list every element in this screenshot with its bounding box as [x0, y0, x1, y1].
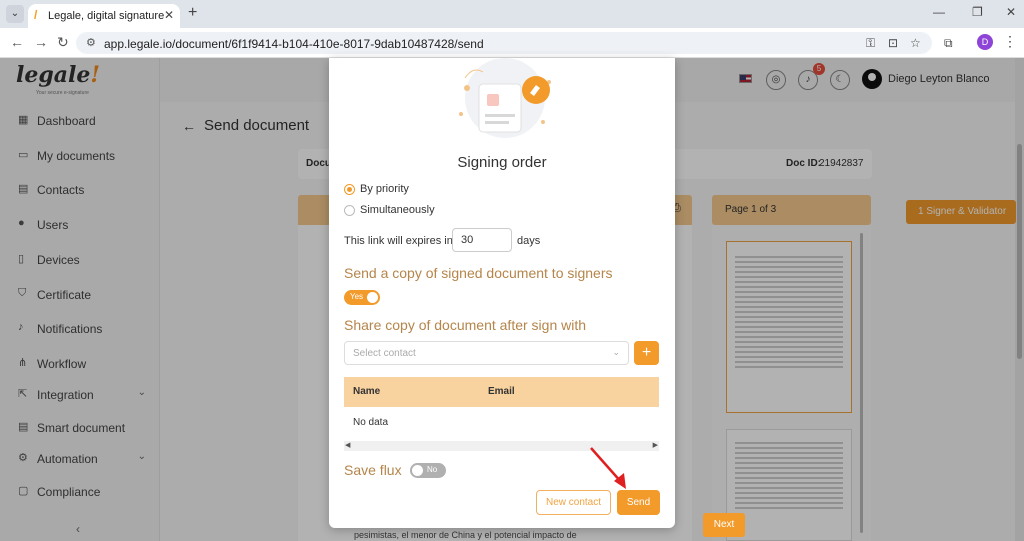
legale-favicon-icon: / [34, 8, 38, 22]
address-bar: ← → ↻ ⚙ app.legale.io/document/6f1f9414-… [0, 28, 1024, 58]
back-icon[interactable]: ← [10, 34, 24, 50]
extensions-icon[interactable]: ⧉ [944, 36, 953, 51]
scroll-right-icon[interactable]: ▶ [653, 441, 658, 449]
close-tab-icon[interactable]: ✕ [164, 8, 174, 22]
expire-unit: days [517, 235, 541, 247]
expire-days-input[interactable]: 30 [452, 228, 512, 252]
send-button[interactable]: Send [617, 490, 660, 515]
minimize-icon[interactable]: — [933, 5, 945, 19]
contact-select[interactable]: Select contact ⌄ [344, 341, 629, 365]
radio-by-priority[interactable] [344, 184, 355, 195]
contact-select-placeholder: Select contact [353, 348, 416, 359]
radio-simultaneously[interactable] [344, 205, 355, 216]
toggle-knob [367, 292, 378, 303]
site-settings-icon[interactable]: ⚙ [86, 36, 96, 49]
toggle-knob [412, 465, 423, 476]
save-flux-label: Save flux [344, 462, 402, 478]
toggle-text: Yes [350, 292, 364, 301]
new-tab-icon[interactable]: + [188, 4, 197, 22]
send-copy-toggle[interactable]: Yes [344, 290, 380, 305]
toggle-text: No [427, 465, 438, 474]
browser-tab-bar: ⌄ / Legale, digital signature ✕ + — ❐ ✕ [0, 0, 1024, 28]
scroll-left-icon[interactable]: ◀ [345, 441, 350, 449]
bookmark-star-icon[interactable]: ☆ [910, 36, 921, 50]
send-copy-heading: Send a copy of signed document to signer… [344, 265, 613, 281]
browser-menu-icon[interactable]: ⋮ [1003, 33, 1017, 50]
reload-icon[interactable]: ↻ [57, 34, 69, 51]
restore-icon[interactable]: ❐ [972, 5, 983, 19]
document-body-text: pesimistas, el menor de China y el poten… [354, 530, 577, 540]
forward-icon[interactable]: → [34, 34, 48, 50]
add-contact-button[interactable]: + [634, 341, 659, 365]
key-icon[interactable]: ⚿ [866, 36, 875, 51]
next-button: Next [703, 513, 745, 537]
red-arrow-annotation-icon [590, 447, 626, 489]
radio-simultaneously-label[interactable]: Simultaneously [360, 204, 435, 216]
share-copy-heading: Share copy of document after sign with [344, 317, 587, 333]
tab-search-icon[interactable]: ⌄ [6, 5, 24, 23]
chevron-down-icon: ⌄ [612, 347, 620, 357]
contacts-table-header: Name Email [344, 377, 659, 407]
column-name: Name [353, 386, 381, 397]
save-flux-toggle[interactable]: No [410, 463, 446, 478]
new-contact-button[interactable]: New contact [536, 490, 611, 515]
profile-avatar[interactable]: D [977, 34, 993, 50]
radio-by-priority-label[interactable]: By priority [360, 183, 409, 195]
close-window-icon[interactable]: ✕ [1006, 5, 1016, 19]
expire-label: This link will expires in [344, 235, 453, 247]
install-app-icon[interactable]: ⊡ [888, 36, 898, 50]
table-empty-text: No data [353, 417, 389, 428]
tab-title: Legale, digital signature [48, 10, 165, 22]
url-text[interactable]: app.legale.io/document/6f1f9414-b104-410… [104, 37, 484, 51]
column-email: Email [488, 386, 515, 397]
signing-illustration-icon [459, 58, 551, 138]
modal-title: Signing order [457, 154, 547, 171]
url-field[interactable]: ⚙ app.legale.io/document/6f1f9414-b104-4… [76, 32, 932, 54]
browser-tab[interactable]: / Legale, digital signature ✕ [28, 4, 180, 28]
